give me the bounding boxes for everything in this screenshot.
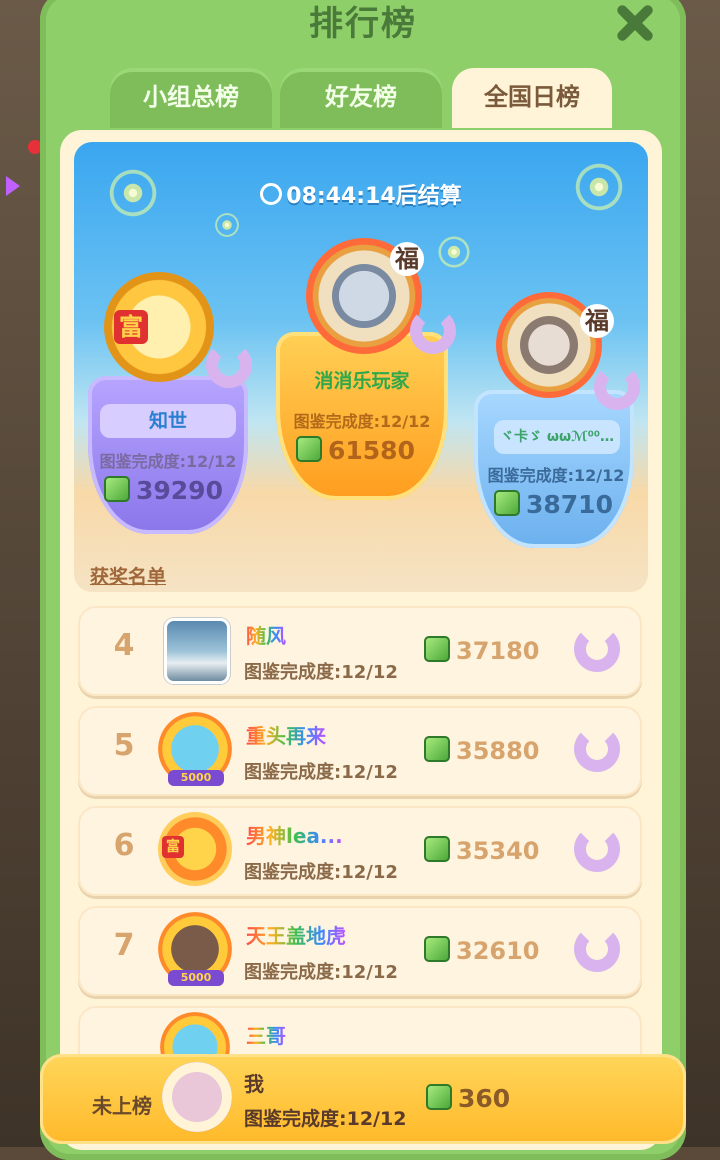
- podium-first-name: 消消乐玩家: [314, 370, 410, 392]
- fortune-badge: 福: [390, 242, 424, 276]
- u-pillow-icon: [410, 308, 456, 354]
- podium-second-name: 知世: [100, 404, 236, 438]
- leaderboard-panel: 排行榜 小组总榜 好友榜 全国日榜 08:44:14后结算 富 知世 图鉴完成度…: [40, 0, 686, 1160]
- score-badge: 5000: [168, 970, 224, 986]
- completion-text: 图鉴完成度:12/12: [244, 662, 398, 683]
- u-pillow-icon: [206, 342, 252, 388]
- completion-text: 图鉴完成度:12/12: [244, 862, 398, 883]
- podium-second-score: 39290: [104, 476, 223, 505]
- ranking-board: 08:44:14后结算 富 知世 图鉴完成度:12/12 39290 福 消消乐…: [60, 130, 662, 1150]
- my-completion: 图鉴完成度:12/12: [244, 1108, 407, 1130]
- gem-cube-icon: [424, 836, 450, 862]
- award-list-link[interactable]: 获奖名单: [90, 562, 166, 589]
- player-name: 随风: [246, 620, 286, 649]
- podium-first-score: 61580: [296, 436, 415, 465]
- list-item[interactable]: 4 随风 图鉴完成度:12/12 37180: [78, 606, 642, 696]
- rank-number: 4: [113, 628, 135, 663]
- settlement-timer: 08:44:14后结算: [74, 178, 648, 210]
- gem-cube-icon: [296, 436, 322, 462]
- clock-icon: [260, 183, 283, 205]
- player-name: 重头再来: [246, 720, 326, 749]
- bird-avatar: [332, 264, 396, 328]
- my-avatar[interactable]: [162, 1062, 232, 1132]
- gem-cube-icon: [426, 1084, 452, 1110]
- gem-cube-icon: [424, 936, 450, 962]
- player-score: 35340: [424, 836, 540, 865]
- player-name: 三哥: [246, 1020, 286, 1049]
- score-badge: 5000: [168, 770, 224, 786]
- player-name: 天王盖地虎: [246, 920, 346, 949]
- completion-text: 图鉴完成度:12/12: [244, 762, 398, 783]
- fortune-badge: 福: [580, 304, 614, 338]
- list-item[interactable]: 5 5000 重头再来 图鉴完成度:12/12 35880: [78, 706, 642, 796]
- gem-cube-icon: [424, 736, 450, 762]
- fortune-tag-icon: 富: [114, 310, 148, 344]
- podium-third-name: ヾ卡ゞ ωωℳ⁰⁰…: [494, 420, 620, 454]
- side-arrow-icon[interactable]: [6, 176, 20, 196]
- podium-third-completion: 图鉴完成度:12/12: [487, 466, 625, 485]
- rank-number: 7: [113, 928, 135, 963]
- my-score: 360: [426, 1084, 510, 1113]
- list-item[interactable]: 7 5000 天王盖地虎 图鉴完成度:12/12 32610: [78, 906, 642, 996]
- close-icon[interactable]: [614, 2, 655, 43]
- rank-number: 6: [113, 828, 135, 863]
- gem-cube-icon: [424, 636, 450, 662]
- fortune-tag-icon: 富: [162, 836, 184, 858]
- podium-second-completion: 图鉴完成度:12/12: [99, 452, 237, 471]
- podium-first-completion: 图鉴完成度:12/12: [293, 412, 431, 431]
- completion-text: 图鉴完成度:12/12: [244, 962, 398, 983]
- podium-stage: 08:44:14后结算 富 知世 图鉴完成度:12/12 39290 福 消消乐…: [74, 142, 648, 592]
- page-title: 排行榜: [309, 4, 417, 44]
- my-rank-bar[interactable]: 未上榜 我 图鉴完成度:12/12 360: [40, 1054, 686, 1144]
- tab-group-total[interactable]: 小组总榜: [110, 68, 272, 128]
- player-name: 男神lea...: [246, 820, 343, 849]
- u-pillow-icon: [594, 364, 640, 410]
- avatar[interactable]: [164, 618, 230, 684]
- u-pillow-icon: [574, 926, 620, 972]
- firework-decoration: [424, 222, 484, 282]
- list-item[interactable]: 6 富 男神lea... 图鉴完成度:12/12 35340: [78, 806, 642, 896]
- tab-national-daily[interactable]: 全国日榜: [452, 68, 612, 128]
- gem-cube-icon: [494, 490, 520, 516]
- tab-friends[interactable]: 好友榜: [280, 68, 442, 128]
- player-score: 35880: [424, 736, 540, 765]
- rank-number: 5: [113, 728, 135, 763]
- my-rank-status: 未上榜: [92, 1094, 152, 1118]
- player-score: 37180: [424, 636, 540, 665]
- u-pillow-icon: [574, 726, 620, 772]
- photo-avatar: [520, 316, 578, 374]
- u-pillow-icon: [574, 626, 620, 672]
- podium-third-score: 38710: [494, 490, 613, 519]
- gem-cube-icon: [104, 476, 130, 502]
- my-name: 我: [244, 1072, 264, 1096]
- u-pillow-icon: [574, 826, 620, 872]
- player-score: 32610: [424, 936, 540, 965]
